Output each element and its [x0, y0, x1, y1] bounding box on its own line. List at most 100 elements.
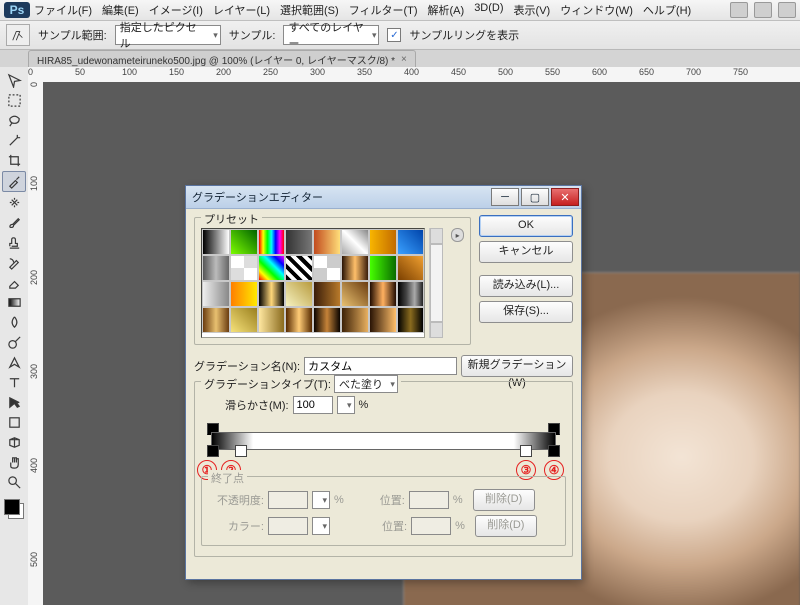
- minimize-button[interactable]: ─: [491, 188, 519, 206]
- hand-tool-icon[interactable]: [3, 453, 25, 472]
- opacity-input[interactable]: [268, 491, 308, 509]
- 3d-tool-icon[interactable]: [3, 433, 25, 452]
- close-tab-icon[interactable]: ×: [401, 54, 407, 65]
- opacity-dropdown-icon[interactable]: [312, 491, 330, 509]
- preset-grid[interactable]: [201, 228, 425, 338]
- preset-scrollbar[interactable]: [429, 228, 443, 338]
- color-stop[interactable]: [235, 445, 247, 457]
- gradient-name-input[interactable]: [304, 357, 457, 375]
- menu-window[interactable]: ウィンドウ(W): [560, 2, 633, 18]
- menu-edit[interactable]: 編集(E): [102, 2, 139, 18]
- blur-tool-icon[interactable]: [3, 313, 25, 332]
- delete-opacity-stop-button[interactable]: 削除(D): [473, 489, 535, 511]
- pen-tool-icon[interactable]: [3, 353, 25, 372]
- preset-swatch[interactable]: [230, 281, 258, 307]
- menu-analysis[interactable]: 解析(A): [428, 2, 465, 18]
- preset-swatch[interactable]: [202, 229, 230, 255]
- color-dropdown-icon[interactable]: [312, 517, 330, 535]
- scroll-down-icon[interactable]: [430, 322, 443, 338]
- color-swatch-input[interactable]: [268, 517, 308, 535]
- current-tool-icon[interactable]: [6, 24, 30, 46]
- color-stop[interactable]: [548, 445, 560, 457]
- document-tab[interactable]: HIRA85_udewonameteiruneko500.jpg @ 100% …: [28, 50, 416, 67]
- load-button[interactable]: 読み込み(L)...: [479, 275, 573, 297]
- close-button[interactable]: ✕: [551, 188, 579, 206]
- preset-swatch[interactable]: [258, 307, 286, 333]
- workspace-icon[interactable]: [730, 2, 748, 18]
- type-tool-icon[interactable]: [3, 373, 25, 392]
- menu-3d[interactable]: 3D(D): [474, 2, 503, 18]
- eraser-tool-icon[interactable]: [3, 273, 25, 292]
- color-pos-input[interactable]: [411, 517, 451, 535]
- preset-swatch[interactable]: [285, 307, 313, 333]
- stamp-tool-icon[interactable]: [3, 233, 25, 252]
- maximize-button[interactable]: ▢: [521, 188, 549, 206]
- save-button[interactable]: 保存(S)...: [479, 301, 573, 323]
- delete-color-stop-button[interactable]: 削除(D): [475, 515, 537, 537]
- gradient-preview-bar[interactable]: [211, 432, 556, 450]
- preset-swatch[interactable]: [285, 229, 313, 255]
- dodge-tool-icon[interactable]: [3, 333, 25, 352]
- preset-swatch[interactable]: [202, 255, 230, 281]
- sample-size-combo[interactable]: 指定したピクセル: [115, 25, 221, 45]
- menu-file[interactable]: ファイル(F): [34, 2, 92, 18]
- preset-swatch[interactable]: [369, 229, 397, 255]
- preset-swatch[interactable]: [313, 255, 341, 281]
- color-stop[interactable]: [207, 445, 219, 457]
- menu-layer[interactable]: レイヤー(L): [213, 2, 270, 18]
- sample-ring-checkbox[interactable]: ✓: [387, 28, 401, 42]
- preset-swatch[interactable]: [313, 229, 341, 255]
- color-stop[interactable]: [520, 445, 532, 457]
- move-tool-icon[interactable]: [3, 71, 25, 90]
- preset-swatch[interactable]: [258, 255, 286, 281]
- preset-swatch[interactable]: [313, 307, 341, 333]
- smoothness-dropdown-icon[interactable]: [337, 396, 355, 414]
- eyedropper-tool-icon[interactable]: [2, 171, 26, 192]
- gradient-bar[interactable]: ① ② ③ ④: [203, 426, 564, 454]
- opacity-pos-input[interactable]: [409, 491, 449, 509]
- workspace-icon[interactable]: [754, 2, 772, 18]
- preset-swatch[interactable]: [313, 281, 341, 307]
- workspace-icon[interactable]: [778, 2, 796, 18]
- smoothness-input[interactable]: [293, 396, 333, 414]
- preset-swatch[interactable]: [397, 281, 425, 307]
- preset-swatch[interactable]: [341, 281, 369, 307]
- preset-swatch[interactable]: [397, 307, 425, 333]
- fg-color-swatch[interactable]: [4, 499, 20, 515]
- preset-swatch[interactable]: [341, 307, 369, 333]
- color-swatches[interactable]: [4, 499, 24, 519]
- wand-tool-icon[interactable]: [3, 131, 25, 150]
- menu-image[interactable]: イメージ(I): [149, 2, 203, 18]
- scroll-up-icon[interactable]: [430, 228, 443, 244]
- preset-swatch[interactable]: [397, 255, 425, 281]
- menu-filter[interactable]: フィルター(T): [349, 2, 418, 18]
- ok-button[interactable]: OK: [479, 215, 573, 237]
- preset-swatch[interactable]: [202, 281, 230, 307]
- preset-swatch[interactable]: [230, 229, 258, 255]
- crop-tool-icon[interactable]: [3, 151, 25, 170]
- sample-layers-combo[interactable]: すべてのレイヤー: [283, 25, 379, 45]
- horizontal-ruler[interactable]: 0501001502002503003504004505005506006507…: [28, 67, 800, 83]
- history-brush-tool-icon[interactable]: [3, 253, 25, 272]
- lasso-tool-icon[interactable]: [3, 111, 25, 130]
- menu-select[interactable]: 選択範囲(S): [280, 2, 339, 18]
- preset-swatch[interactable]: [369, 281, 397, 307]
- preset-swatch[interactable]: [341, 255, 369, 281]
- shape-tool-icon[interactable]: [3, 413, 25, 432]
- gradient-tool-icon[interactable]: [3, 293, 25, 312]
- preset-swatch[interactable]: [341, 229, 369, 255]
- preset-flyout-icon[interactable]: ▸: [451, 228, 464, 242]
- preset-swatch[interactable]: [369, 255, 397, 281]
- preset-swatch[interactable]: [258, 281, 286, 307]
- gradient-type-combo[interactable]: べた塗り: [334, 375, 398, 393]
- heal-tool-icon[interactable]: [3, 193, 25, 212]
- preset-swatch[interactable]: [369, 307, 397, 333]
- preset-swatch[interactable]: [285, 255, 313, 281]
- menu-help[interactable]: ヘルプ(H): [643, 2, 691, 18]
- preset-swatch[interactable]: [258, 229, 286, 255]
- preset-swatch[interactable]: [202, 307, 230, 333]
- preset-swatch[interactable]: [285, 281, 313, 307]
- preset-swatch[interactable]: [397, 229, 425, 255]
- zoom-tool-icon[interactable]: [3, 473, 25, 492]
- dialog-titlebar[interactable]: グラデーションエディター ─ ▢ ✕: [186, 186, 581, 209]
